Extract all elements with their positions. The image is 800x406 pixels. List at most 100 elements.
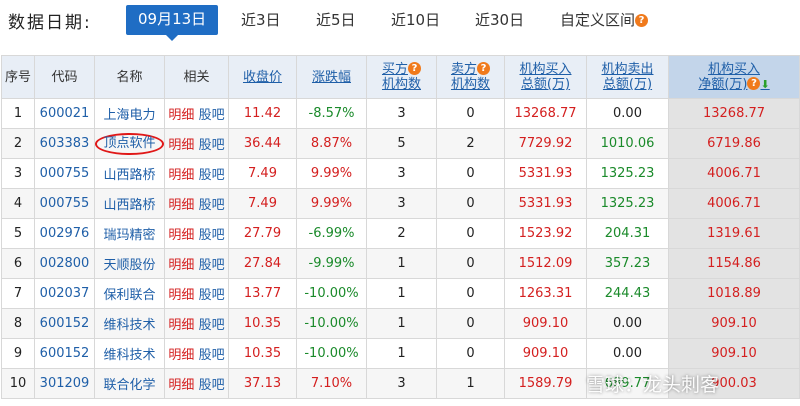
tab-5-days[interactable]: 近5日 xyxy=(316,9,356,30)
detail-link[interactable]: 明细 xyxy=(168,318,194,333)
detail-link[interactable]: 明细 xyxy=(168,138,194,153)
stock-code[interactable]: 002037 xyxy=(34,278,95,309)
net-buy: 6719.86 xyxy=(668,128,800,159)
net-buy: 1319.61 xyxy=(668,218,800,249)
question-icon[interactable]: ? xyxy=(747,77,761,90)
sort-desc-icon[interactable]: ⬇ xyxy=(760,78,769,91)
table-row[interactable]: 7 002037 保利联合 明细 股吧 13.77 -10.00% 1 0 1263.31 244… xyxy=(1,278,800,309)
row-index: 4 xyxy=(1,188,35,219)
stock-name-cell[interactable]: 瑞玛精密 xyxy=(94,218,165,249)
sell-total: 0.00 xyxy=(586,98,669,129)
close-price: 27.84 xyxy=(228,248,297,279)
stock-name[interactable]: 维科技术 xyxy=(103,318,155,333)
sell-total: 0.00 xyxy=(586,308,669,339)
change-pct: 9.99% xyxy=(296,158,367,189)
stock-name-cell[interactable]: 联合化学 xyxy=(94,368,165,399)
header-related: 相关 xyxy=(164,55,229,99)
tab-custom-range[interactable]: 自定义区间? xyxy=(560,9,649,30)
stock-code[interactable]: 002976 xyxy=(34,218,95,249)
header-buy-total-line2: 总额(万) xyxy=(520,77,571,92)
header-close-price[interactable]: 收盘价 xyxy=(228,55,297,99)
related-links: 明细 股吧 xyxy=(164,128,229,159)
stock-name[interactable]: 瑞玛精密 xyxy=(103,228,155,243)
stock-name[interactable]: 上海电力 xyxy=(103,108,155,123)
stock-code[interactable]: 600152 xyxy=(34,308,95,339)
buy-institutions: 1 xyxy=(366,338,437,369)
question-icon[interactable]: ? xyxy=(635,14,649,27)
stock-name[interactable]: 山西路桥 xyxy=(103,168,155,183)
tab-0913[interactable]: 09月13日 xyxy=(126,5,219,41)
forum-link[interactable]: 股吧 xyxy=(199,138,225,153)
forum-link[interactable]: 股吧 xyxy=(199,378,225,393)
table-row[interactable]: 1 600021 上海电力 明细 股吧 11.42 -8.57% 3 0 13268.77 0.0… xyxy=(1,98,800,129)
forum-link[interactable]: 股吧 xyxy=(199,258,225,273)
stock-name[interactable]: 保利联合 xyxy=(103,288,155,303)
stock-name-cell[interactable]: 保利联合 xyxy=(94,278,165,309)
stock-name[interactable]: 联合化学 xyxy=(103,378,155,393)
buy-institutions: 2 xyxy=(366,218,437,249)
header-change-pct[interactable]: 涨跌幅 xyxy=(296,55,367,99)
buy-institutions: 3 xyxy=(366,158,437,189)
detail-link[interactable]: 明细 xyxy=(168,378,194,393)
table-row[interactable]: 3 000755 山西路桥 明细 股吧 7.49 9.99% 3 0 5331.93 1325.2… xyxy=(1,158,800,189)
stock-name-cell[interactable]: 上海电力 xyxy=(94,98,165,129)
stock-name-cell[interactable]: 山西路桥 xyxy=(94,188,165,219)
forum-link[interactable]: 股吧 xyxy=(199,168,225,183)
header-name: 名称 xyxy=(94,55,165,99)
buy-institutions: 3 xyxy=(366,368,437,399)
question-icon[interactable]: ? xyxy=(408,62,421,75)
question-icon[interactable]: ? xyxy=(477,62,490,75)
related-links: 明细 股吧 xyxy=(164,368,229,399)
detail-link[interactable]: 明细 xyxy=(168,198,194,213)
forum-link[interactable]: 股吧 xyxy=(199,288,225,303)
stock-name[interactable]: 维科技术 xyxy=(103,348,155,363)
stock-name-cell[interactable]: 维科技术 xyxy=(94,338,165,369)
close-price: 13.77 xyxy=(228,278,297,309)
sell-total: 244.43 xyxy=(586,278,669,309)
detail-link[interactable]: 明细 xyxy=(168,288,194,303)
forum-link[interactable]: 股吧 xyxy=(199,198,225,213)
stock-code[interactable]: 301209 xyxy=(34,368,95,399)
stock-name[interactable]: 山西路桥 xyxy=(103,198,155,213)
table-row[interactable]: 9 600152 维科技术 明细 股吧 10.35 -10.00% 1 0 909.10 0.00… xyxy=(1,338,800,369)
forum-link[interactable]: 股吧 xyxy=(199,228,225,243)
stock-code[interactable]: 002800 xyxy=(34,248,95,279)
header-net-buy[interactable]: 机构买入 净额(万)? ⬇ xyxy=(668,55,800,99)
stock-code[interactable]: 000755 xyxy=(34,188,95,219)
change-pct: 8.87% xyxy=(296,128,367,159)
stock-name-cell[interactable]: 顶点软件 xyxy=(94,128,165,159)
header-buy-institutions[interactable]: 买方? 机构数 xyxy=(366,55,437,99)
table-row[interactable]: 6 002800 天顺股份 明细 股吧 27.84 -9.99% 1 0 1512.09 357.… xyxy=(1,248,800,279)
stock-name-cell[interactable]: 山西路桥 xyxy=(94,158,165,189)
stock-code[interactable]: 000755 xyxy=(34,158,95,189)
detail-link[interactable]: 明细 xyxy=(168,348,194,363)
stock-code[interactable]: 603383 xyxy=(34,128,95,159)
header-buy-total[interactable]: 机构买入 总额(万) xyxy=(504,55,587,99)
stock-name[interactable]: 顶点软件 xyxy=(95,132,164,155)
stock-code[interactable]: 600152 xyxy=(34,338,95,369)
forum-link[interactable]: 股吧 xyxy=(199,348,225,363)
header-sell-institutions[interactable]: 卖方? 机构数 xyxy=(436,55,505,99)
detail-link[interactable]: 明细 xyxy=(168,258,194,273)
row-index: 5 xyxy=(1,218,35,249)
table-row[interactable]: 5 002976 瑞玛精密 明细 股吧 27.79 -6.99% 2 0 1523.92 204.… xyxy=(1,218,800,249)
forum-link[interactable]: 股吧 xyxy=(199,108,225,123)
stock-name-cell[interactable]: 维科技术 xyxy=(94,308,165,339)
tab-30-days[interactable]: 近30日 xyxy=(475,9,524,30)
tab-3-days[interactable]: 近3日 xyxy=(241,9,281,30)
row-index: 10 xyxy=(1,368,35,399)
net-buy: 909.10 xyxy=(668,338,800,369)
stock-code[interactable]: 600021 xyxy=(34,98,95,129)
table-row[interactable]: 2 603383 顶点软件 明细 股吧 36.44 8.87% 5 2 7729.92 1010.… xyxy=(1,128,800,159)
stock-name-cell[interactable]: 天顺股份 xyxy=(94,248,165,279)
table-row[interactable]: 8 600152 维科技术 明细 股吧 10.35 -10.00% 1 0 909.10 0.00… xyxy=(1,308,800,339)
tab-10-days[interactable]: 近10日 xyxy=(391,9,440,30)
table-row[interactable]: 4 000755 山西路桥 明细 股吧 7.49 9.99% 3 0 5331.93 1325.2… xyxy=(1,188,800,219)
header-sell-total[interactable]: 机构卖出 总额(万) xyxy=(586,55,669,99)
related-links: 明细 股吧 xyxy=(164,338,229,369)
stock-name[interactable]: 天顺股份 xyxy=(103,258,155,273)
detail-link[interactable]: 明细 xyxy=(168,108,194,123)
detail-link[interactable]: 明细 xyxy=(168,168,194,183)
forum-link[interactable]: 股吧 xyxy=(199,318,225,333)
detail-link[interactable]: 明细 xyxy=(168,228,194,243)
